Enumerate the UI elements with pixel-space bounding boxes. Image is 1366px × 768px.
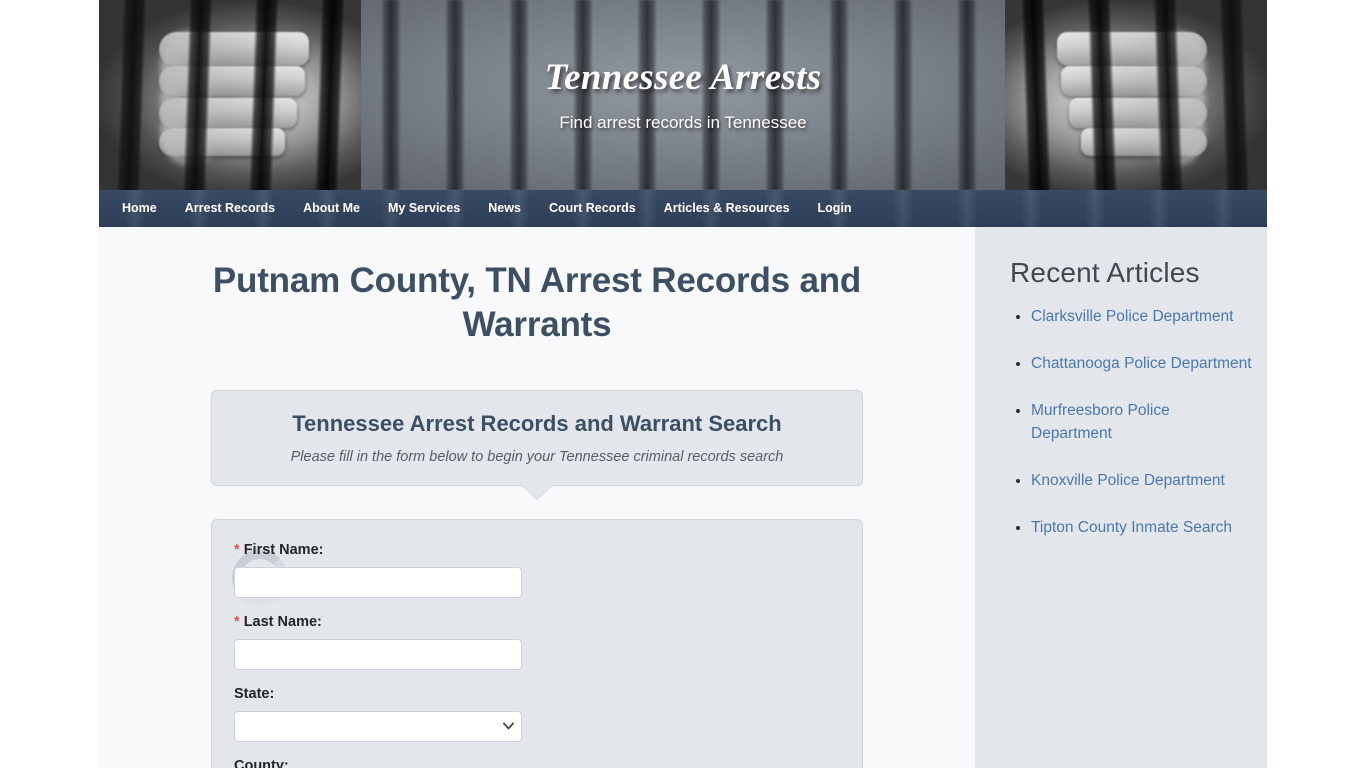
site-container: Tennessee Arrests Find arrest records in… [99,0,1267,768]
nav-item-about-me[interactable]: About Me [289,190,374,227]
recent-article-link[interactable]: Clarksville Police Department [1031,308,1233,325]
nav-item-court-records[interactable]: Court Records [535,190,650,227]
main-navigation: Home Arrest Records About Me My Services New… [99,190,1267,227]
nav-item-my-services[interactable]: My Services [374,190,474,227]
list-item: Tipton County Inmate Search [1031,516,1253,539]
nav-list: Home Arrest Records About Me My Services New… [99,190,1267,227]
required-marker-icon: * [234,614,240,630]
state-field-group: State: [234,686,522,742]
first-name-label: * First Name: [234,542,522,558]
last-name-field-group: * Last Name: [234,614,522,670]
site-tagline: Find arrest records in Tennessee [559,113,807,132]
page: Tennessee Arrests Find arrest records in… [0,0,1366,768]
last-name-label: * Last Name: [234,614,522,630]
list-item: Murfreesboro Police Department [1031,399,1253,445]
recent-article-link[interactable]: Chattanooga Police Department [1031,355,1252,372]
last-name-label-text: Last Name: [243,614,322,630]
page-title: Putnam County, TN Arrest Records and War… [212,261,862,344]
list-item: Clarksville Police Department [1031,305,1253,328]
county-label: County: [234,758,289,768]
required-marker-icon: * [234,542,240,558]
nav-item-arrest-records[interactable]: Arrest Records [171,190,289,227]
search-intro-panel: Tennessee Arrest Records and Warrant Sea… [211,390,863,499]
sidebar-title: Recent Articles [1010,257,1200,288]
state-select-wrap [234,711,522,742]
search-intro-heading: Tennessee Arrest Records and Warrant Sea… [292,411,782,436]
recent-articles-list: Clarksville Police Department Chattanooga… [975,305,1267,539]
nav-item-home[interactable]: Home [108,190,171,227]
state-label: State: [234,686,275,702]
first-name-input[interactable] [234,567,522,598]
bubble-arrow-icon [522,485,552,499]
arrest-records-search-form: * First Name: * Last Name: State: County… [211,519,863,768]
recent-article-link[interactable]: Tipton County Inmate Search [1031,519,1232,536]
recent-article-link[interactable]: Murfreesboro Police Department [1031,402,1170,442]
sidebar: Recent Articles Clarksville Police Depar… [975,227,1267,768]
nav-item-articles-resources[interactable]: Articles & Resources [650,190,804,227]
state-select[interactable] [234,711,522,742]
first-name-label-text: First Name: [243,542,324,558]
first-name-field-group: * First Name: [234,542,522,598]
content-row: Putnam County, TN Arrest Records and War… [99,227,1267,768]
list-item: Chattanooga Police Department [1031,352,1253,375]
county-field-group: County: [234,758,522,768]
site-banner: Tennessee Arrests Find arrest records in… [99,0,1267,190]
banner-text-block: Tennessee Arrests Find arrest records in… [99,0,1267,133]
form-fields-grid: * First Name: * Last Name: State: County… [234,542,840,768]
search-intro-subtext: Please fill in the form below to begin y… [290,449,784,465]
nav-item-news[interactable]: News [474,190,535,227]
last-name-input[interactable] [234,639,522,670]
nav-item-login[interactable]: Login [804,190,866,227]
list-item: Knoxville Police Department [1031,469,1253,492]
main-content: Putnam County, TN Arrest Records and War… [99,227,975,768]
site-title: Tennessee Arrests [544,57,822,98]
recent-article-link[interactable]: Knoxville Police Department [1031,472,1225,489]
